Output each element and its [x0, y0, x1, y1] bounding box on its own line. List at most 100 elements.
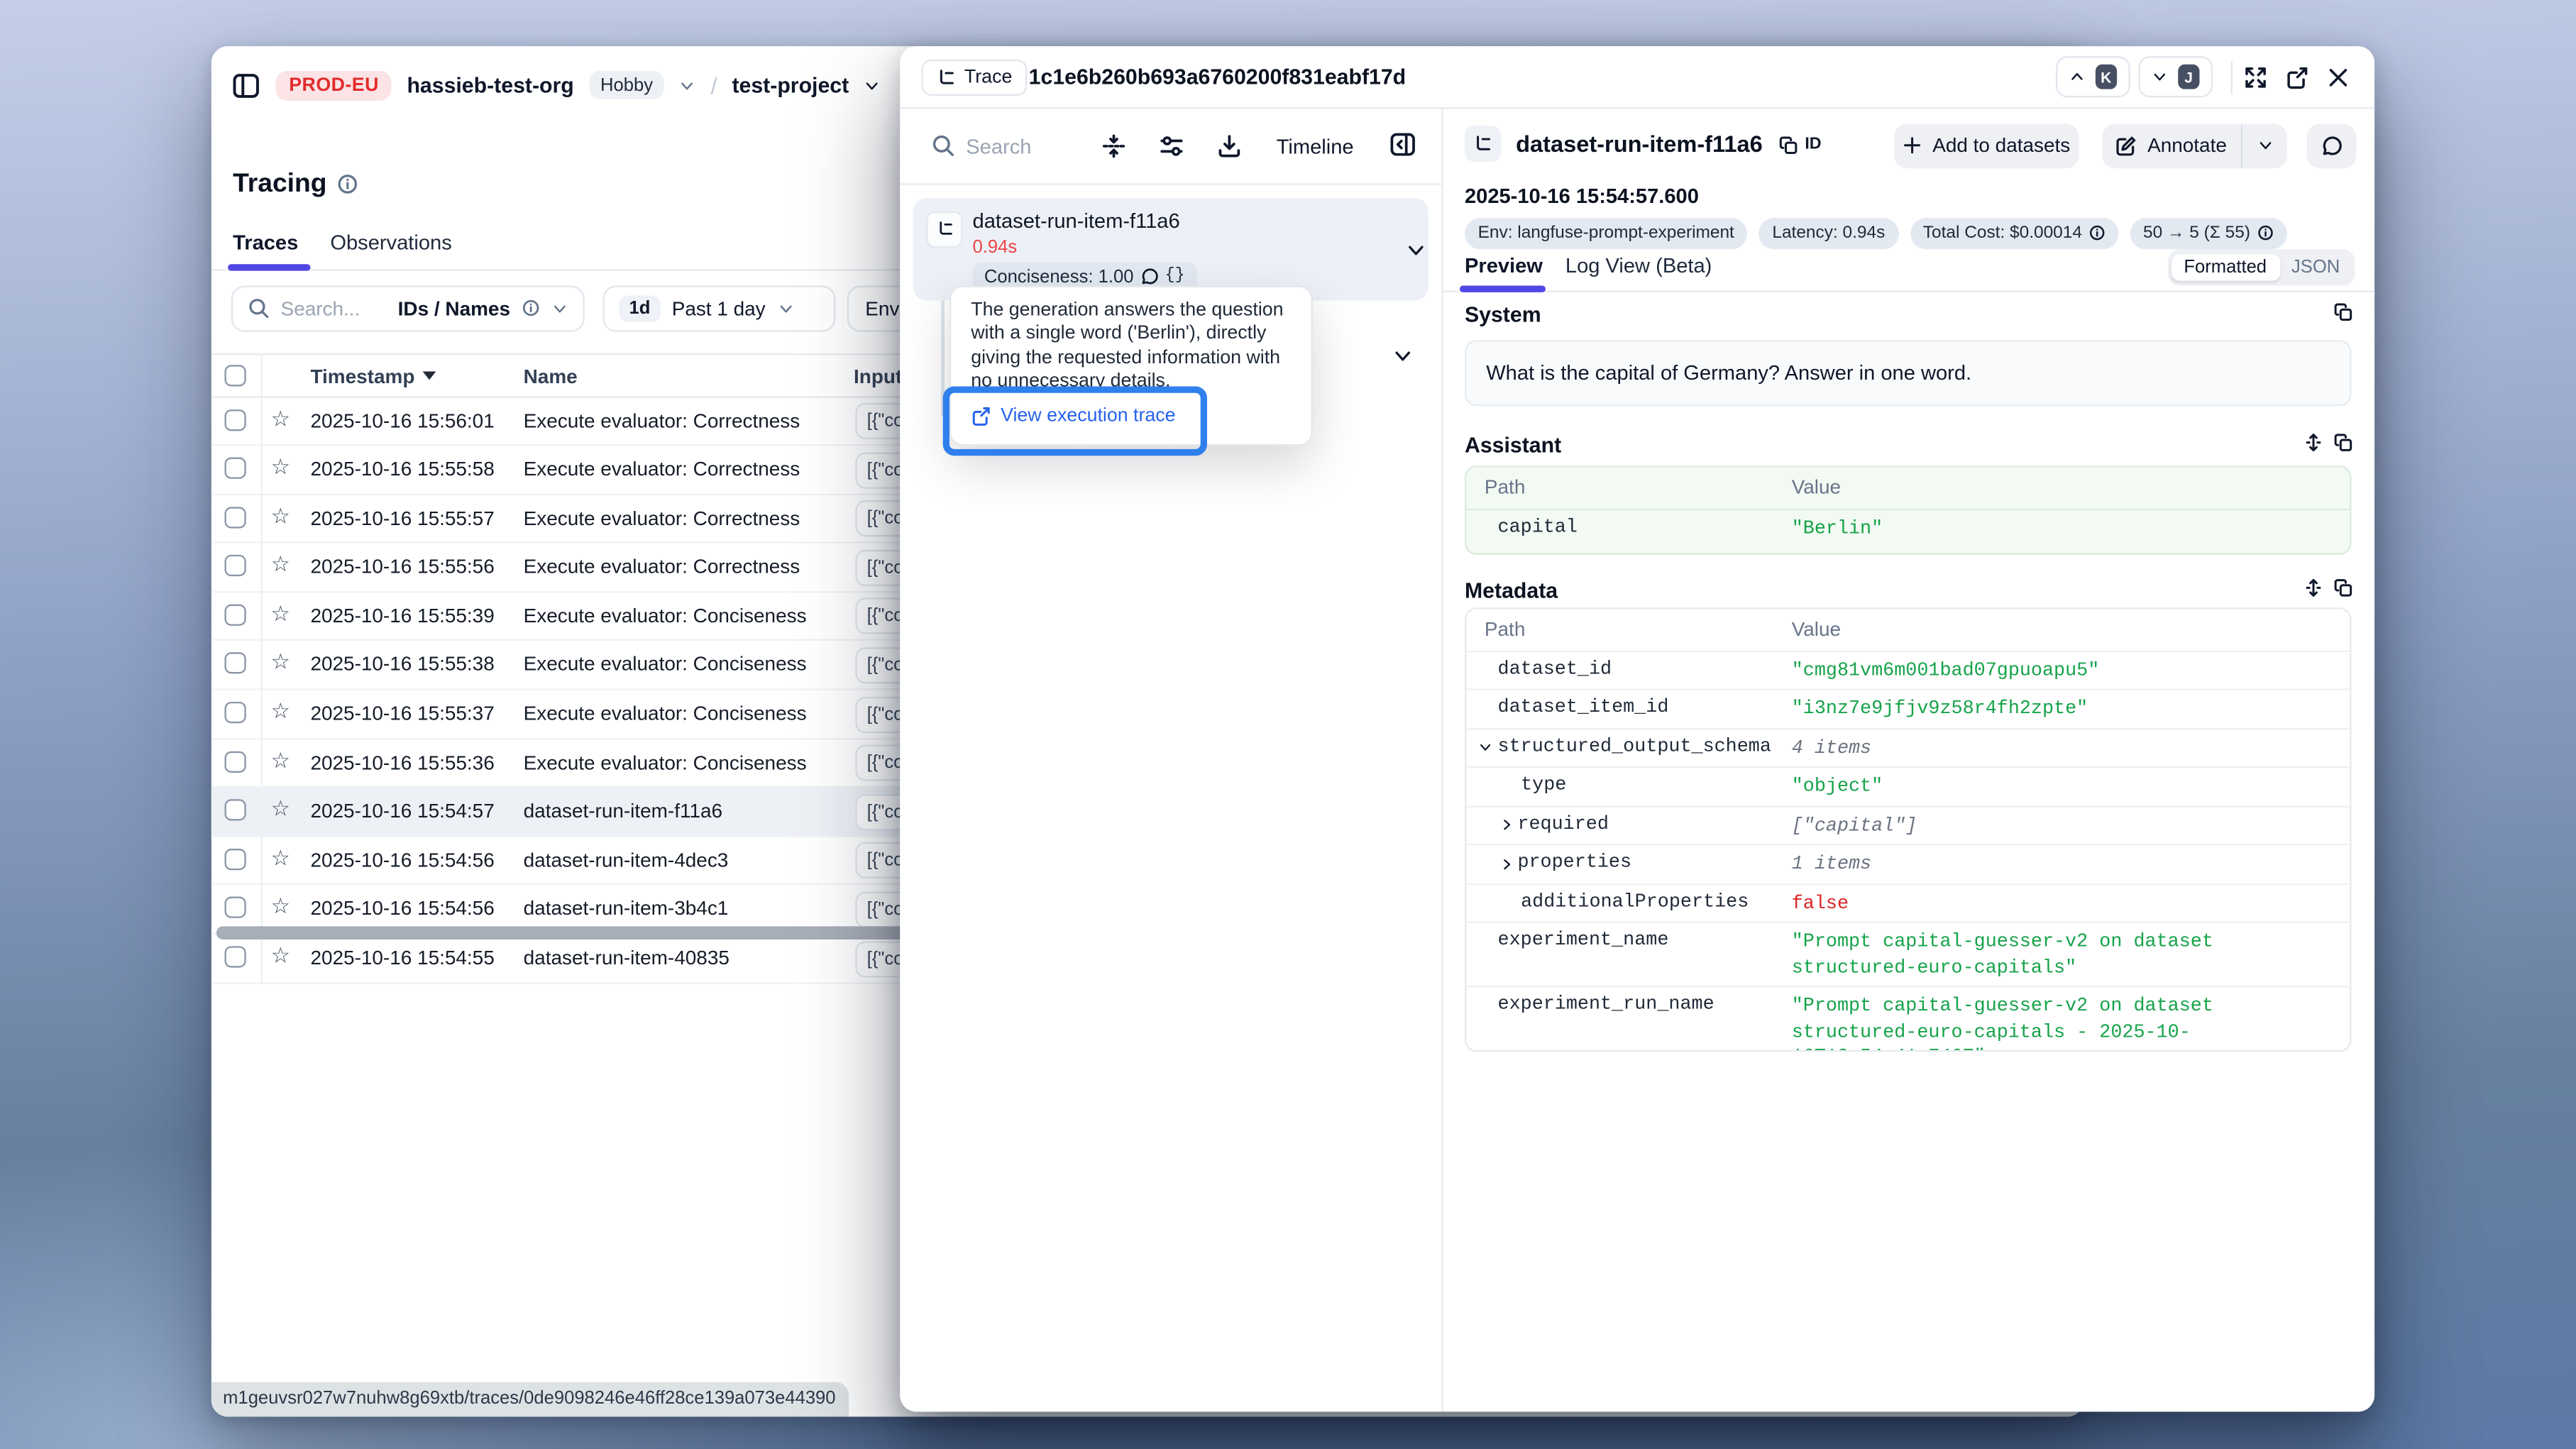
prev-trace-button[interactable]: K [2056, 56, 2130, 97]
breadcrumb-separator: / [710, 72, 717, 98]
copy-icon[interactable] [2333, 302, 2353, 321]
star-icon[interactable]: ☆ [271, 796, 290, 822]
annotate-button[interactable]: Annotate [2102, 123, 2240, 167]
star-icon[interactable]: ☆ [271, 405, 290, 431]
copy-id-icon[interactable] [1778, 135, 1798, 155]
detail-tabs: Preview Log View (Beta) Formatted JSON [1443, 247, 2374, 292]
token-usage-badge[interactable]: 50 → 5 (Σ 55) [2130, 217, 2286, 248]
add-to-datasets-button[interactable]: Add to datasets [1894, 123, 2079, 167]
row-timestamp: 2025-10-16 15:55:56 [310, 556, 494, 579]
table-row-expandable[interactable]: structured_output_schema 4 items [1466, 729, 2350, 768]
info-icon[interactable] [336, 173, 358, 194]
star-icon[interactable]: ☆ [271, 698, 290, 724]
format-formatted[interactable]: Formatted [2171, 253, 2280, 280]
row-value: 4 items [1792, 736, 2330, 761]
row-value: ["capital"] [1792, 813, 2330, 839]
next-trace-button[interactable]: J [2138, 56, 2213, 97]
chevron-right-icon[interactable] [1499, 856, 1514, 871]
settings-icon[interactable] [1159, 133, 1184, 158]
org-name[interactable]: hassieb-test-org [407, 72, 573, 97]
star-icon[interactable]: ☆ [271, 747, 290, 773]
star-icon[interactable]: ☆ [271, 552, 290, 578]
col-path: Path [1485, 617, 1525, 640]
column-input[interactable]: Input [854, 364, 902, 387]
collapse-panel-icon[interactable] [1389, 130, 1417, 158]
row-checkbox[interactable] [224, 946, 246, 967]
comments-button[interactable] [2307, 123, 2357, 167]
chevron-down-icon[interactable] [1478, 739, 1493, 754]
close-icon[interactable] [2327, 65, 2350, 89]
column-name[interactable]: Name [524, 364, 578, 387]
tab-observations[interactable]: Observations [330, 231, 451, 254]
table-row[interactable]: type "object" [1466, 768, 2350, 807]
chevron-down-icon[interactable] [864, 77, 880, 93]
star-icon[interactable]: ☆ [271, 894, 290, 920]
star-icon[interactable]: ☆ [271, 454, 290, 480]
expand-vertical-icon[interactable] [2303, 577, 2323, 597]
row-timestamp: 2025-10-16 15:55:37 [310, 702, 494, 725]
tab-log-view[interactable]: Log View (Beta) [1565, 253, 1712, 277]
row-checkbox[interactable] [224, 898, 246, 919]
row-checkbox[interactable] [224, 653, 246, 674]
copy-icon[interactable] [2333, 431, 2353, 451]
table-row[interactable]: dataset_id "cmg81vm6m001bad07gpuoapu5" [1466, 651, 2350, 690]
table-row[interactable]: experiment_run_name "Prompt capital-gues… [1466, 987, 2350, 1049]
plus-icon [1903, 136, 1922, 155]
star-icon[interactable]: ☆ [271, 650, 290, 676]
format-toggle[interactable]: Formatted JSON [2167, 248, 2355, 285]
id-label[interactable]: ID [1805, 135, 1821, 153]
search-mode-label[interactable]: IDs / Names [398, 297, 510, 320]
star-icon[interactable]: ☆ [271, 503, 290, 529]
row-checkbox[interactable] [224, 458, 246, 479]
row-checkbox[interactable] [224, 751, 246, 772]
external-link-icon[interactable] [2285, 65, 2308, 89]
format-json[interactable]: JSON [2280, 253, 2352, 280]
download-icon[interactable] [1217, 133, 1242, 158]
project-name[interactable]: test-project [732, 72, 849, 97]
time-range-filter[interactable]: 1d Past 1 day [602, 285, 835, 331]
annotate-dropdown-button[interactable] [2241, 123, 2287, 167]
table-row[interactable]: additionalProperties false [1466, 884, 2350, 923]
timeline-toggle[interactable]: Timeline [1277, 135, 1354, 158]
observation-detail-panel: dataset-run-item-f11a6 ID Add to dataset… [1441, 108, 2374, 1411]
select-all-checkbox[interactable] [224, 364, 246, 385]
table-row[interactable]: dataset_item_id "i3nz7e9jfjv9z58r4fh2zpt… [1466, 690, 2350, 729]
tab-traces[interactable]: Traces [233, 231, 298, 254]
chevron-right-icon[interactable] [1499, 817, 1514, 832]
tree-search-input[interactable]: Search [966, 135, 1031, 158]
row-value: 1 items [1792, 852, 2330, 878]
search-icon [931, 133, 954, 156]
star-icon[interactable]: ☆ [271, 943, 290, 969]
row-checkbox[interactable] [224, 702, 246, 723]
node-title: dataset-run-item-f11a6 [973, 209, 1180, 232]
keyboard-hint-k: K [2095, 65, 2117, 89]
table-row-expandable[interactable]: required ["capital"] [1466, 807, 2350, 846]
search-input[interactable]: Search... IDs / Names [231, 285, 585, 331]
table-row[interactable]: capital "Berlin" [1466, 509, 2350, 553]
table-row[interactable]: experiment_name "Prompt capital-guesser-… [1466, 923, 2350, 988]
tab-preview[interactable]: Preview [1465, 253, 1543, 277]
collapse-all-icon[interactable] [1101, 133, 1126, 158]
row-checkbox[interactable] [224, 849, 246, 870]
row-checkbox[interactable] [224, 800, 246, 821]
star-icon[interactable]: ☆ [271, 601, 290, 627]
row-checkbox[interactable] [224, 507, 246, 528]
row-checkbox[interactable] [224, 556, 246, 577]
chevron-down-icon[interactable] [1392, 344, 1414, 365]
sidebar-toggle-icon[interactable] [231, 70, 261, 100]
cost-badge[interactable]: Total Cost: $0.00014 [1910, 217, 2118, 248]
expand-vertical-icon[interactable] [2303, 431, 2323, 451]
tree-node-selected[interactable]: dataset-run-item-f11a6 0.94s Conciseness… [913, 197, 1429, 299]
chevron-down-icon[interactable] [1405, 238, 1426, 260]
table-row-expandable[interactable]: properties 1 items [1466, 845, 2350, 884]
row-name: Execute evaluator: Correctness [524, 507, 800, 530]
copy-icon[interactable] [2333, 577, 2353, 597]
column-timestamp[interactable]: Timestamp [310, 364, 436, 387]
column-divider [261, 353, 263, 984]
search-placeholder: Search... [281, 297, 387, 320]
row-checkbox[interactable] [224, 604, 246, 625]
chevron-down-icon[interactable] [679, 77, 695, 93]
row-checkbox[interactable] [224, 409, 246, 430]
star-icon[interactable]: ☆ [271, 845, 290, 871]
expand-icon[interactable] [2244, 65, 2267, 89]
